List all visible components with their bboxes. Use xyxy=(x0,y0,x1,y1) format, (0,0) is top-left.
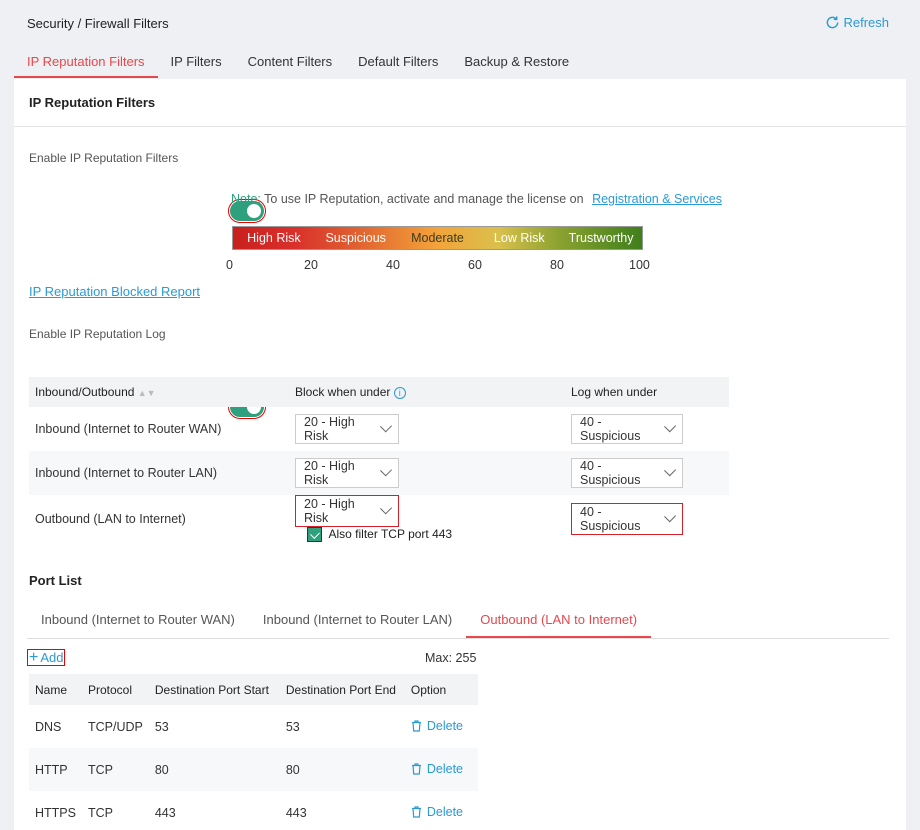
tab-ip-filters[interactable]: IP Filters xyxy=(158,52,235,78)
risk-low: Low Risk xyxy=(493,231,545,245)
risk-tick-40: 40 xyxy=(386,258,400,272)
row-direction: Inbound (Internet to Router LAN) xyxy=(29,451,289,495)
port-end: 53 xyxy=(285,719,300,734)
risk-tick-20: 20 xyxy=(304,258,318,272)
tab-default-filters[interactable]: Default Filters xyxy=(345,52,451,78)
enable-log-label: Enable IP Reputation Log xyxy=(29,327,166,341)
chevron-down-icon xyxy=(663,420,676,433)
trash-icon xyxy=(411,805,421,818)
port-name: HTTPS xyxy=(35,805,76,820)
sort-icon: ▲▼ xyxy=(137,388,156,398)
port-protocol: TCP/UDP xyxy=(87,719,143,734)
chevron-down-icon xyxy=(379,464,392,477)
refresh-icon xyxy=(827,16,839,29)
row-direction: Outbound (LAN to Internet) xyxy=(35,511,186,526)
port-list-tabs: Inbound (Internet to Router WAN) Inbound… xyxy=(27,605,889,639)
risk-scale-bar: High Risk Suspicious Moderate Low Risk T… xyxy=(232,226,643,250)
refresh-button[interactable]: Refresh xyxy=(825,15,889,30)
chevron-down-icon xyxy=(663,464,676,477)
blocked-report-link[interactable]: IP Reputation Blocked Report xyxy=(29,284,200,299)
risk-suspicious: Suspicious xyxy=(325,231,386,245)
delete-button[interactable]: Delete xyxy=(411,719,463,733)
block-select[interactable]: 20 - High Risk xyxy=(295,458,399,488)
port-protocol: TCP xyxy=(87,805,113,820)
note-prefix: Note: xyxy=(231,192,261,206)
risk-tick-60: 60 xyxy=(468,258,482,272)
chevron-down-icon xyxy=(379,420,392,433)
block-select[interactable]: 20 - High Risk xyxy=(295,495,399,527)
delete-button[interactable]: Delete xyxy=(411,762,463,776)
col-name: Name xyxy=(29,674,82,705)
risk-tick-100: 100 xyxy=(629,258,650,272)
chevron-down-icon xyxy=(663,509,676,523)
plus-icon: + xyxy=(29,648,39,666)
port-table: Name Protocol Destination Port Start Des… xyxy=(29,674,478,830)
col-block: Block when under i xyxy=(289,377,565,407)
add-port-button[interactable]: + Add xyxy=(26,648,66,666)
tab-outbound[interactable]: Outbound (LAN to Internet) xyxy=(466,605,652,638)
license-note: Note: To use IP Reputation, activate and… xyxy=(231,192,722,206)
delete-button[interactable]: Delete xyxy=(411,805,463,819)
ip-reputation-panel: IP Reputation Filters Enable IP Reputati… xyxy=(14,79,906,830)
col-port-end: Destination Port End xyxy=(279,674,405,705)
breadcrumb: Security / Firewall Filters xyxy=(27,16,169,31)
max-count: Max: 255 xyxy=(425,651,477,665)
table-row: DNS TCP/UDP 53 53 Delete xyxy=(29,705,478,748)
tab-inbound-wan[interactable]: Inbound (Internet to Router WAN) xyxy=(27,605,249,638)
risk-tick-0: 0 xyxy=(226,258,233,272)
col-port-start: Destination Port Start xyxy=(148,674,280,705)
tcp-filter-option[interactable]: Also filter TCP port 443 xyxy=(307,527,453,543)
col-log: Log when under xyxy=(565,377,729,407)
port-start: 80 xyxy=(148,748,280,791)
risk-high: High Risk xyxy=(247,231,301,245)
tab-inbound-lan[interactable]: Inbound (Internet to Router LAN) xyxy=(249,605,466,638)
toggle-knob xyxy=(247,204,261,218)
tab-content-filters[interactable]: Content Filters xyxy=(235,52,346,78)
log-select[interactable]: 40 - Suspicious xyxy=(571,414,683,444)
note-text: To use IP Reputation, activate and manag… xyxy=(264,192,584,206)
block-select[interactable]: 20 - High Risk xyxy=(295,414,399,444)
registration-services-link[interactable]: Registration & Services xyxy=(592,192,722,206)
table-row: Outbound (LAN to Internet) 20 - High Ris… xyxy=(29,495,729,543)
table-row: HTTP TCP 80 80 Delete xyxy=(29,748,478,791)
risk-tick-80: 80 xyxy=(550,258,564,272)
port-name: DNS xyxy=(35,719,62,734)
reputation-table: Inbound/Outbound ▲▼ Block when under i L… xyxy=(29,377,729,543)
log-select[interactable]: 40 - Suspicious xyxy=(571,458,683,488)
trash-icon xyxy=(411,719,421,732)
port-end: 80 xyxy=(279,748,405,791)
tcp-filter-label: Also filter TCP port 443 xyxy=(328,527,453,542)
table-row: Inbound (Internet to Router LAN) 20 - Hi… xyxy=(29,451,729,495)
col-direction[interactable]: Inbound/Outbound ▲▼ xyxy=(29,377,289,407)
col-option: Option xyxy=(404,674,478,705)
refresh-label: Refresh xyxy=(843,15,889,30)
chevron-down-icon xyxy=(379,502,392,515)
log-select[interactable]: 40 - Suspicious xyxy=(571,502,683,535)
risk-trustworthy: Trustworthy xyxy=(568,231,634,245)
port-protocol: TCP xyxy=(81,748,149,791)
tab-backup-restore[interactable]: Backup & Restore xyxy=(451,52,582,78)
port-name: HTTP xyxy=(29,748,82,791)
table-row: HTTPS TCP 443 443 Delete xyxy=(29,791,478,830)
port-start: 443 xyxy=(154,805,176,820)
risk-moderate: Moderate xyxy=(411,231,464,245)
panel-title: IP Reputation Filters xyxy=(14,79,906,127)
table-row: Inbound (Internet to Router WAN) 20 - Hi… xyxy=(29,407,729,451)
port-list-title: Port List xyxy=(29,573,82,588)
trash-icon xyxy=(411,762,421,775)
row-direction: Inbound (Internet to Router WAN) xyxy=(35,422,222,436)
enable-filters-label: Enable IP Reputation Filters xyxy=(29,151,179,165)
tcp-filter-checkbox[interactable] xyxy=(307,527,322,543)
info-icon[interactable]: i xyxy=(393,386,406,399)
tab-ip-reputation-filters[interactable]: IP Reputation Filters xyxy=(14,52,158,78)
port-end: 443 xyxy=(285,805,307,820)
port-start: 53 xyxy=(154,719,169,734)
col-protocol: Protocol xyxy=(81,674,149,705)
main-tabs: IP Reputation Filters IP Filters Content… xyxy=(14,52,582,78)
